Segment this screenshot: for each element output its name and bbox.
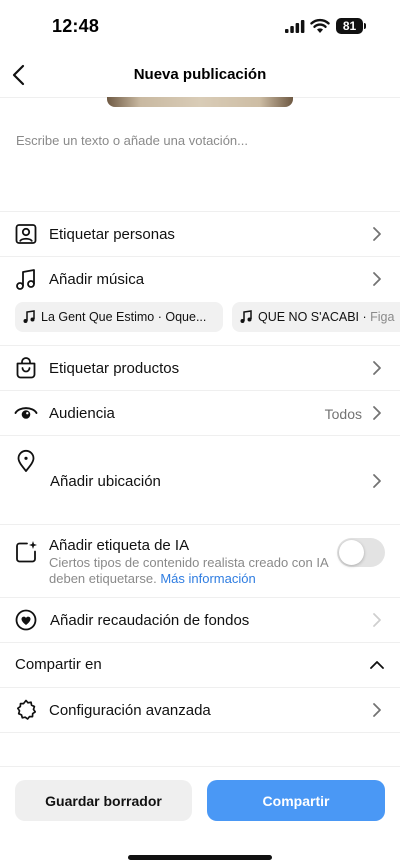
ai-label-toggle[interactable] [337,538,385,567]
tag-people-row[interactable]: Etiquetar personas [0,212,400,256]
advanced-settings-label: Configuración avanzada [49,702,211,719]
fundraiser-heart-icon [15,609,37,631]
divider [0,732,400,733]
music-note-icon [240,310,252,323]
more-info-link[interactable]: Más información [160,571,255,586]
music-title: QUE NO S'ACABI [258,310,360,324]
chevron-right-icon [373,613,381,627]
battery-cap [364,23,366,29]
ai-sparkle-icon [16,541,37,563]
chevron-right-icon [373,474,381,488]
music-artist: Oque... [165,310,207,324]
music-artist: Figa [370,310,395,324]
music-suggestion-label: La Gent Que Estimo · Oque... [41,310,207,324]
chevron-right-icon [373,272,381,286]
page-title: Nueva publicación [133,66,267,83]
music-note-icon [16,269,35,290]
cellular-signal-icon [285,20,305,33]
battery-level: 81 [336,18,363,34]
add-location-label: Añadir ubicación [50,473,161,490]
audience-row[interactable]: Audiencia Todos [0,391,400,435]
caption-input[interactable]: Escribe un texto o añade una votación... [16,133,248,148]
music-title: La Gent Que Estimo [41,310,155,324]
share-button[interactable]: Compartir [207,780,385,821]
chevron-up-icon [370,661,384,669]
status-bar: 12:48 81 [0,0,400,52]
home-indicator [128,855,272,860]
status-time: 12:48 [52,16,100,36]
add-location-row[interactable]: Añadir ubicación [0,436,400,524]
toggle-knob [339,540,364,565]
wifi-icon [310,18,330,33]
audience-label: Audiencia [49,405,115,422]
media-preview-thumbnail[interactable] [107,97,293,107]
chevron-right-icon [373,361,381,375]
chevron-right-icon [373,406,381,420]
shopping-bag-icon [16,357,36,379]
music-suggestion-label: QUE NO S'ACABI · Figa [258,310,395,324]
eye-icon [14,407,38,419]
tag-person-icon [15,224,37,244]
chevron-right-icon [373,703,381,717]
battery-indicator: 81 [336,18,366,34]
add-music-row[interactable]: Añadir música [0,257,400,301]
fundraiser-row[interactable]: Añadir recaudación de fondos [0,598,400,642]
music-suggestion-chip[interactable]: La Gent Que Estimo · Oque... [15,302,223,332]
location-pin-icon [17,449,35,472]
tag-products-label: Etiquetar productos [49,360,180,377]
footer-action-bar: Guardar borrador Compartir [0,766,400,867]
tag-people-label: Etiquetar personas [49,226,175,243]
ai-label-title: Añadir etiqueta de IA [49,537,190,554]
advanced-settings-row[interactable]: Configuración avanzada [0,688,400,732]
audience-value: Todos [324,406,362,422]
settings-gear-icon [16,699,37,720]
music-suggestion-chip[interactable]: QUE NO S'ACABI · Figa [232,302,400,332]
fundraiser-label: Añadir recaudación de fondos [50,612,250,629]
ai-label-description: Ciertos tipos de contenido realista crea… [49,555,339,587]
share-on-label: Compartir en [15,656,102,673]
add-music-label: Añadir música [49,271,145,288]
music-note-icon [23,310,35,323]
tag-products-row[interactable]: Etiquetar productos [0,346,400,390]
nav-bar: Nueva publicación [0,52,400,98]
save-draft-button[interactable]: Guardar borrador [15,780,192,821]
chevron-right-icon [373,227,381,241]
